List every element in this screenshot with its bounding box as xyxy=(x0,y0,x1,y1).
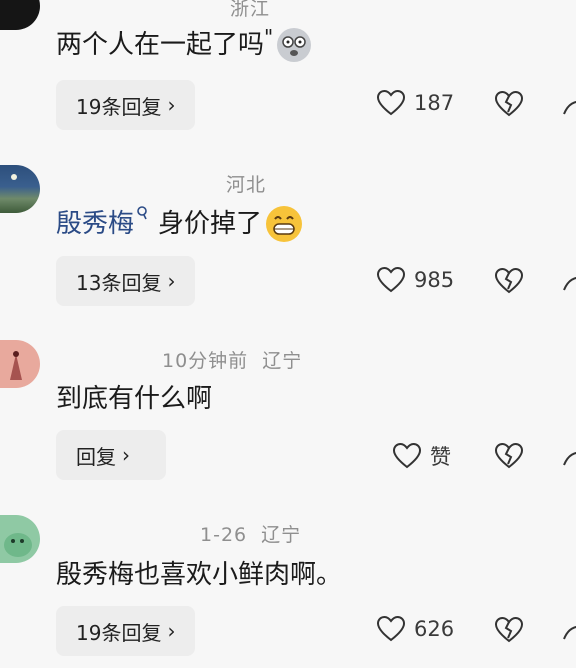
grinning-face-icon xyxy=(266,206,303,242)
chevron-right-icon: › xyxy=(122,443,130,467)
shocked-face-icon xyxy=(277,28,312,62)
comment-location: 辽宁 xyxy=(262,350,303,372)
comment-time: 1-26 xyxy=(200,524,248,546)
broken-heart-icon xyxy=(494,90,524,117)
avatar[interactable] xyxy=(0,165,40,213)
share-icon[interactable] xyxy=(560,92,576,122)
like-count: 985 xyxy=(414,268,455,292)
comment-text: 两个人在一起了吗 " xyxy=(56,25,312,62)
comment-time: 10分钟前 xyxy=(162,350,249,372)
like-button[interactable]: 赞 xyxy=(392,441,451,471)
dislike-button[interactable] xyxy=(494,616,524,648)
dislike-button[interactable] xyxy=(494,442,524,474)
chevron-right-icon: › xyxy=(167,619,176,643)
like-button[interactable]: 626 xyxy=(376,615,454,643)
avatar[interactable] xyxy=(0,0,40,30)
share-icon[interactable] xyxy=(560,443,576,473)
comment-location: 辽宁 xyxy=(261,524,302,546)
chevron-right-icon: › xyxy=(167,269,176,293)
comment-text: 到底有什么啊 xyxy=(56,384,213,414)
heart-outline-icon xyxy=(376,89,406,116)
comment-location: 河北 xyxy=(226,174,267,196)
comment-meta: 1-26 辽宁 xyxy=(200,520,301,547)
username[interactable]: 殷秀梅 xyxy=(56,207,134,241)
view-replies-button[interactable]: 13条回复 › xyxy=(56,256,196,306)
share-icon[interactable] xyxy=(560,617,576,647)
avatar[interactable] xyxy=(0,515,40,563)
like-count: 626 xyxy=(414,617,455,641)
broken-heart-icon xyxy=(494,616,524,643)
broken-heart-icon xyxy=(494,442,524,469)
dislike-button[interactable] xyxy=(494,90,524,122)
like-button[interactable]: 187 xyxy=(376,89,454,117)
comment-location: 浙江 xyxy=(230,0,271,20)
reply-button[interactable]: 回复 › xyxy=(56,430,166,480)
like-count: 187 xyxy=(414,91,455,115)
dislike-button[interactable] xyxy=(494,267,524,299)
avatar[interactable] xyxy=(0,340,40,388)
like-label: 赞 xyxy=(430,445,451,469)
view-replies-button[interactable]: 19条回复 › xyxy=(56,80,196,130)
like-button[interactable]: 985 xyxy=(376,266,454,294)
comment-text: 殷秀梅也喜欢小鲜肉啊。 xyxy=(56,560,343,590)
heart-outline-icon xyxy=(376,615,406,642)
comment-meta: 10分钟前 辽宁 xyxy=(162,346,302,373)
heart-outline-icon xyxy=(376,266,406,293)
comment-text: 殷秀梅 身价掉了 xyxy=(56,206,303,242)
view-replies-button[interactable]: 19条回复 › xyxy=(56,606,196,656)
search-icon xyxy=(136,199,148,233)
heart-outline-icon xyxy=(392,442,422,469)
chevron-right-icon: › xyxy=(167,93,176,117)
broken-heart-icon xyxy=(494,267,524,294)
share-icon[interactable] xyxy=(560,268,576,298)
